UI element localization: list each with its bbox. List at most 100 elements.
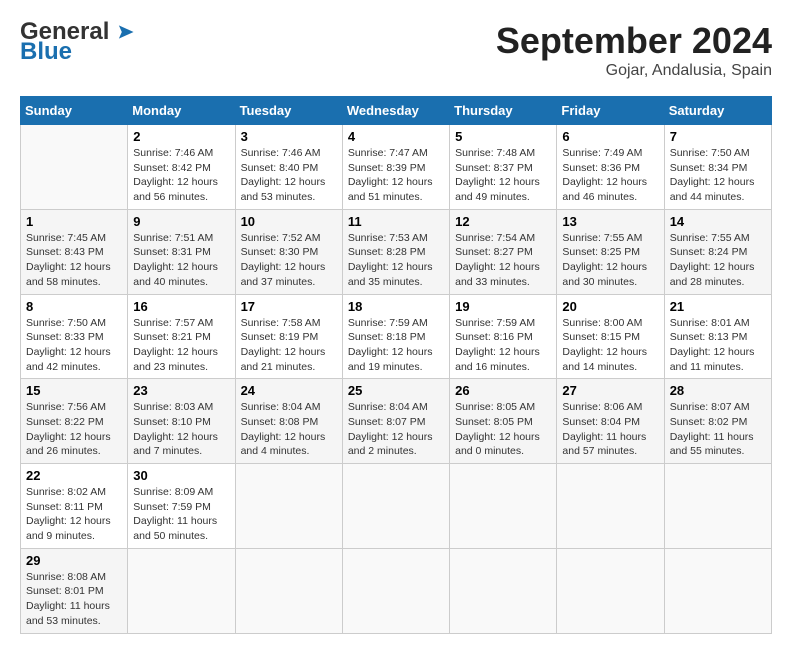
table-row: 3 Sunrise: 7:46 AM Sunset: 8:40 PM Dayli…: [235, 125, 342, 210]
day-number: 19: [455, 299, 551, 314]
table-row: 26 Sunrise: 8:05 AM Sunset: 8:05 PM Dayl…: [450, 379, 557, 464]
month-title: September 2024: [496, 20, 772, 62]
day-info: Sunrise: 8:09 AM Sunset: 7:59 PM Dayligh…: [133, 485, 229, 544]
table-row: 9 Sunrise: 7:51 AM Sunset: 8:31 PM Dayli…: [128, 209, 235, 294]
day-info: Sunrise: 8:03 AM Sunset: 8:10 PM Dayligh…: [133, 400, 229, 459]
day-info: Sunrise: 8:04 AM Sunset: 8:07 PM Dayligh…: [348, 400, 444, 459]
day-number: 15: [26, 383, 122, 398]
table-row: 2 Sunrise: 7:46 AM Sunset: 8:42 PM Dayli…: [128, 125, 235, 210]
day-number: 4: [348, 129, 444, 144]
calendar-row: 15 Sunrise: 7:56 AM Sunset: 8:22 PM Dayl…: [21, 379, 772, 464]
day-info: Sunrise: 8:08 AM Sunset: 8:01 PM Dayligh…: [26, 570, 122, 629]
table-row: [664, 464, 771, 549]
table-row: 29 Sunrise: 8:08 AM Sunset: 8:01 PM Dayl…: [21, 548, 128, 633]
day-info: Sunrise: 7:46 AM Sunset: 8:40 PM Dayligh…: [241, 146, 337, 205]
table-row: 14 Sunrise: 7:55 AM Sunset: 8:24 PM Dayl…: [664, 209, 771, 294]
day-info: Sunrise: 7:52 AM Sunset: 8:30 PM Dayligh…: [241, 231, 337, 290]
day-number: 10: [241, 214, 337, 229]
day-info: Sunrise: 7:45 AM Sunset: 8:43 PM Dayligh…: [26, 231, 122, 290]
table-row: [128, 548, 235, 633]
table-row: [664, 548, 771, 633]
day-info: Sunrise: 7:50 AM Sunset: 8:33 PM Dayligh…: [26, 316, 122, 375]
day-number: 6: [562, 129, 658, 144]
day-number: 11: [348, 214, 444, 229]
day-number: 12: [455, 214, 551, 229]
page-header: General Blue September 2024 Gojar, Andal…: [20, 20, 772, 80]
table-row: [450, 548, 557, 633]
table-row: 21 Sunrise: 8:01 AM Sunset: 8:13 PM Dayl…: [664, 294, 771, 379]
day-info: Sunrise: 7:55 AM Sunset: 8:24 PM Dayligh…: [670, 231, 766, 290]
table-row: 1 Sunrise: 7:45 AM Sunset: 8:43 PM Dayli…: [21, 209, 128, 294]
table-row: 13 Sunrise: 7:55 AM Sunset: 8:25 PM Dayl…: [557, 209, 664, 294]
table-row: 25 Sunrise: 8:04 AM Sunset: 8:07 PM Dayl…: [342, 379, 449, 464]
header-monday: Monday: [128, 97, 235, 125]
table-row: 6 Sunrise: 7:49 AM Sunset: 8:36 PM Dayli…: [557, 125, 664, 210]
day-info: Sunrise: 8:05 AM Sunset: 8:05 PM Dayligh…: [455, 400, 551, 459]
table-row: [342, 464, 449, 549]
day-info: Sunrise: 8:06 AM Sunset: 8:04 PM Dayligh…: [562, 400, 658, 459]
day-info: Sunrise: 8:07 AM Sunset: 8:02 PM Dayligh…: [670, 400, 766, 459]
day-info: Sunrise: 7:57 AM Sunset: 8:21 PM Dayligh…: [133, 316, 229, 375]
calendar-row: 1 Sunrise: 7:45 AM Sunset: 8:43 PM Dayli…: [21, 209, 772, 294]
day-info: Sunrise: 7:54 AM Sunset: 8:27 PM Dayligh…: [455, 231, 551, 290]
table-row: 12 Sunrise: 7:54 AM Sunset: 8:27 PM Dayl…: [450, 209, 557, 294]
day-info: Sunrise: 7:47 AM Sunset: 8:39 PM Dayligh…: [348, 146, 444, 205]
table-row: 8 Sunrise: 7:50 AM Sunset: 8:33 PM Dayli…: [21, 294, 128, 379]
day-number: 16: [133, 299, 229, 314]
day-number: 25: [348, 383, 444, 398]
day-number: 8: [26, 299, 122, 314]
day-number: 7: [670, 129, 766, 144]
day-info: Sunrise: 8:04 AM Sunset: 8:08 PM Dayligh…: [241, 400, 337, 459]
calendar-row: 29 Sunrise: 8:08 AM Sunset: 8:01 PM Dayl…: [21, 548, 772, 633]
table-row: 4 Sunrise: 7:47 AM Sunset: 8:39 PM Dayli…: [342, 125, 449, 210]
table-row: 27 Sunrise: 8:06 AM Sunset: 8:04 PM Dayl…: [557, 379, 664, 464]
header-wednesday: Wednesday: [342, 97, 449, 125]
day-number: 9: [133, 214, 229, 229]
table-row: [342, 548, 449, 633]
logo-text-blue: Blue: [20, 38, 72, 65]
logo-icon: [113, 21, 135, 43]
title-block: September 2024 Gojar, Andalusia, Spain: [496, 20, 772, 80]
day-info: Sunrise: 8:02 AM Sunset: 8:11 PM Dayligh…: [26, 485, 122, 544]
table-row: 28 Sunrise: 8:07 AM Sunset: 8:02 PM Dayl…: [664, 379, 771, 464]
calendar-row: 22 Sunrise: 8:02 AM Sunset: 8:11 PM Dayl…: [21, 464, 772, 549]
table-row: [557, 548, 664, 633]
day-number: 29: [26, 553, 122, 568]
table-row: 11 Sunrise: 7:53 AM Sunset: 8:28 PM Dayl…: [342, 209, 449, 294]
day-number: 14: [670, 214, 766, 229]
table-row: 15 Sunrise: 7:56 AM Sunset: 8:22 PM Dayl…: [21, 379, 128, 464]
day-number: 17: [241, 299, 337, 314]
table-row: 5 Sunrise: 7:48 AM Sunset: 8:37 PM Dayli…: [450, 125, 557, 210]
day-info: Sunrise: 7:55 AM Sunset: 8:25 PM Dayligh…: [562, 231, 658, 290]
header-tuesday: Tuesday: [235, 97, 342, 125]
day-info: Sunrise: 7:58 AM Sunset: 8:19 PM Dayligh…: [241, 316, 337, 375]
header-thursday: Thursday: [450, 97, 557, 125]
table-row: [557, 464, 664, 549]
table-row: 19 Sunrise: 7:59 AM Sunset: 8:16 PM Dayl…: [450, 294, 557, 379]
day-info: Sunrise: 7:48 AM Sunset: 8:37 PM Dayligh…: [455, 146, 551, 205]
day-number: 27: [562, 383, 658, 398]
table-row: 20 Sunrise: 8:00 AM Sunset: 8:15 PM Dayl…: [557, 294, 664, 379]
day-info: Sunrise: 8:01 AM Sunset: 8:13 PM Dayligh…: [670, 316, 766, 375]
header-saturday: Saturday: [664, 97, 771, 125]
day-info: Sunrise: 7:49 AM Sunset: 8:36 PM Dayligh…: [562, 146, 658, 205]
table-row: [450, 464, 557, 549]
day-info: Sunrise: 8:00 AM Sunset: 8:15 PM Dayligh…: [562, 316, 658, 375]
table-row: [21, 125, 128, 210]
calendar-header-row: Sunday Monday Tuesday Wednesday Thursday…: [21, 97, 772, 125]
day-number: 23: [133, 383, 229, 398]
table-row: [235, 548, 342, 633]
header-friday: Friday: [557, 97, 664, 125]
day-info: Sunrise: 7:59 AM Sunset: 8:18 PM Dayligh…: [348, 316, 444, 375]
day-number: 13: [562, 214, 658, 229]
table-row: 7 Sunrise: 7:50 AM Sunset: 8:34 PM Dayli…: [664, 125, 771, 210]
table-row: 16 Sunrise: 7:57 AM Sunset: 8:21 PM Dayl…: [128, 294, 235, 379]
location-title: Gojar, Andalusia, Spain: [496, 62, 772, 80]
logo: General Blue: [20, 20, 135, 66]
table-row: 24 Sunrise: 8:04 AM Sunset: 8:08 PM Dayl…: [235, 379, 342, 464]
day-info: Sunrise: 7:46 AM Sunset: 8:42 PM Dayligh…: [133, 146, 229, 205]
day-number: 5: [455, 129, 551, 144]
day-info: Sunrise: 7:59 AM Sunset: 8:16 PM Dayligh…: [455, 316, 551, 375]
day-info: Sunrise: 7:53 AM Sunset: 8:28 PM Dayligh…: [348, 231, 444, 290]
table-row: 10 Sunrise: 7:52 AM Sunset: 8:30 PM Dayl…: [235, 209, 342, 294]
